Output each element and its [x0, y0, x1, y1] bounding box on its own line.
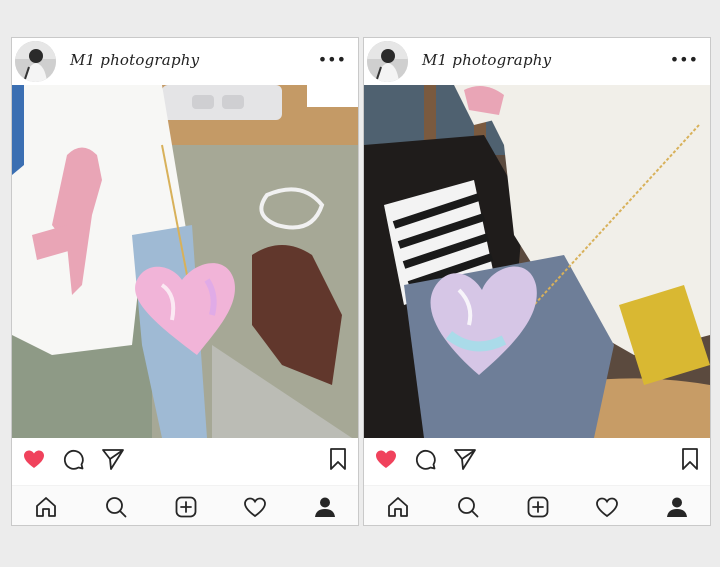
- add-post-icon[interactable]: [174, 495, 198, 519]
- home-icon[interactable]: [386, 495, 410, 519]
- more-options-icon[interactable]: •••: [670, 50, 698, 70]
- search-icon[interactable]: [456, 495, 480, 519]
- heart-outline-icon[interactable]: [595, 495, 619, 519]
- avatar[interactable]: [15, 41, 56, 82]
- avatar[interactable]: [367, 41, 408, 82]
- send-icon[interactable]: [453, 447, 477, 471]
- post-header: M1 photography •••: [364, 38, 710, 85]
- more-options-icon[interactable]: •••: [318, 50, 346, 70]
- heart-outline-icon[interactable]: [243, 495, 267, 519]
- profile-icon[interactable]: [313, 495, 337, 519]
- post-header: M1 photography •••: [12, 38, 358, 85]
- username[interactable]: M1 photography: [70, 51, 199, 69]
- add-post-icon[interactable]: [526, 495, 550, 519]
- heart-filled-icon[interactable]: [22, 447, 46, 471]
- profile-icon[interactable]: [665, 495, 689, 519]
- bookmark-icon[interactable]: [678, 447, 702, 471]
- bookmark-icon[interactable]: [326, 447, 350, 471]
- comment-icon[interactable]: [413, 447, 437, 471]
- username[interactable]: M1 photography: [422, 51, 551, 69]
- post-actions: [12, 440, 358, 476]
- post-photo[interactable]: [364, 85, 710, 438]
- heart-filled-icon[interactable]: [374, 447, 398, 471]
- home-icon[interactable]: [34, 495, 58, 519]
- bottom-nav: [364, 486, 710, 525]
- post-card: M1 photography •••: [363, 37, 711, 526]
- comment-icon[interactable]: [61, 447, 85, 471]
- post-actions: [364, 440, 710, 476]
- post-photo[interactable]: [12, 85, 358, 438]
- bottom-nav: [12, 486, 358, 525]
- send-icon[interactable]: [101, 447, 125, 471]
- search-icon[interactable]: [104, 495, 128, 519]
- post-card: M1 photography •••: [11, 37, 359, 526]
